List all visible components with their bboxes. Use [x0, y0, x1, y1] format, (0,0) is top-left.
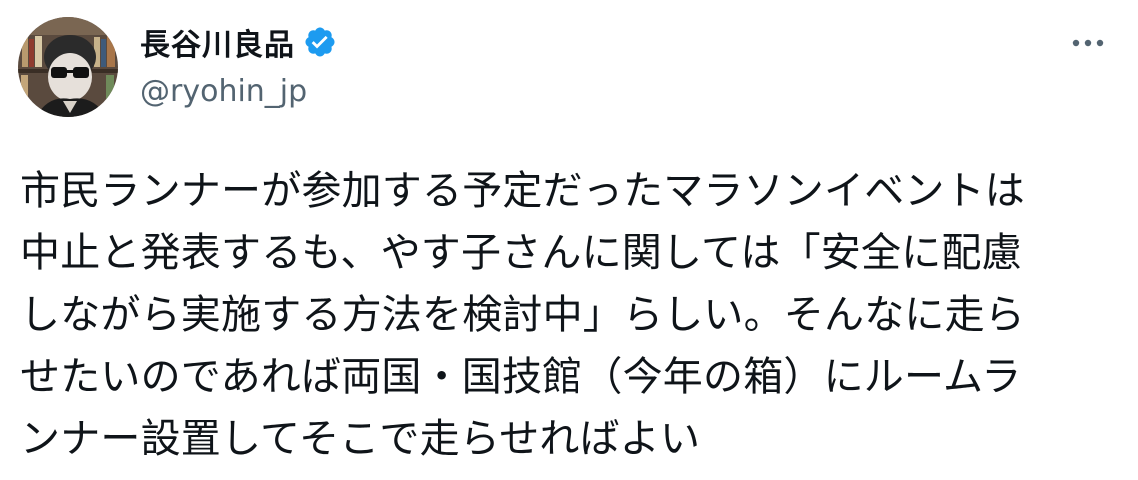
more-options-button[interactable] — [1066, 28, 1110, 58]
author-name-row: 長谷川良品 — [140, 20, 337, 64]
verified-badge-icon — [303, 25, 337, 59]
tweet-body-text: 市民ランナーが参加する予定だったマラソンイベントは 中止と発表するも、やす子さん… — [20, 168, 1025, 462]
tweet-card: 長谷川良品 @ryohin_jp 市民ランナーが参加する予定だったマラソンイベン… — [0, 0, 1138, 480]
avatar-photo — [18, 17, 118, 117]
author-handle[interactable]: @ryohin_jp — [140, 74, 307, 109]
author-display-name[interactable]: 長谷川良品 — [140, 20, 295, 64]
author-avatar[interactable] — [18, 17, 118, 117]
more-horizontal-icon — [1072, 39, 1104, 47]
